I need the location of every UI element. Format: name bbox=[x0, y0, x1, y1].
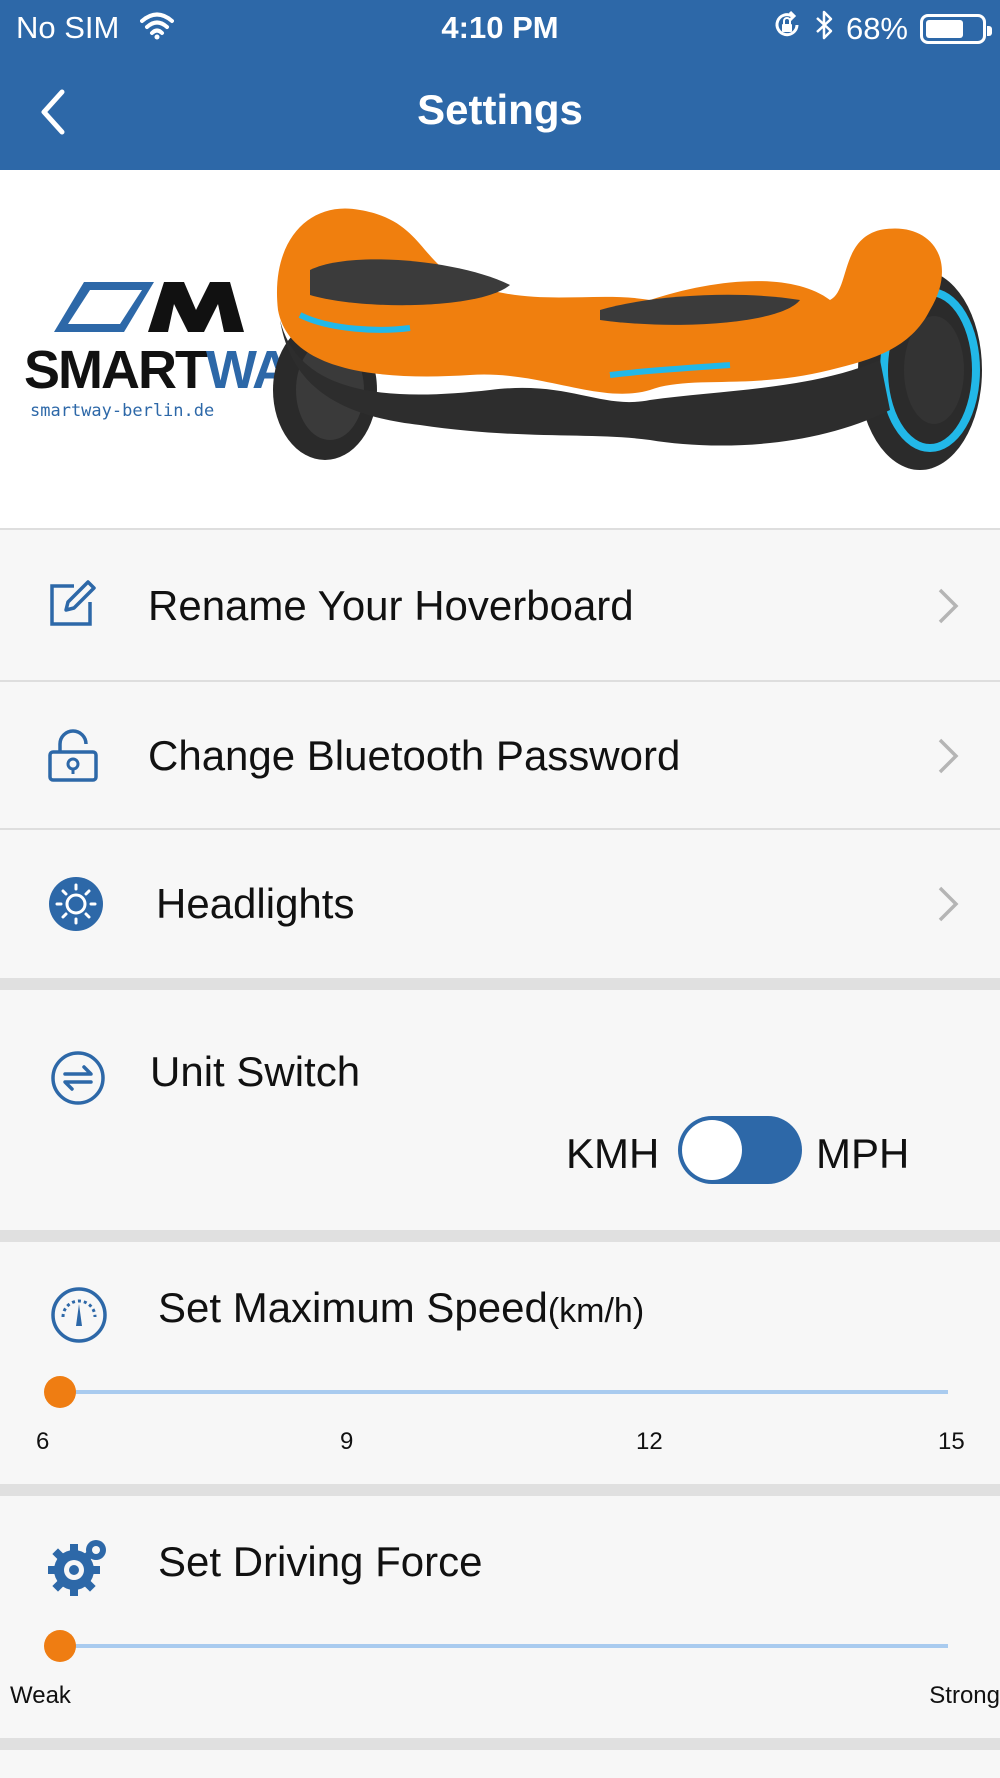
logo-mark bbox=[54, 282, 244, 332]
max-speed-title: Set Maximum Speed(km/h) bbox=[158, 1284, 644, 1332]
max-speed-title-text: Set Maximum Speed bbox=[158, 1284, 548, 1331]
section-divider bbox=[0, 1738, 1000, 1750]
section-divider bbox=[0, 1230, 1000, 1242]
bluetooth-icon bbox=[814, 10, 834, 48]
rename-hoverboard-row[interactable]: Rename Your Hoverboard bbox=[0, 530, 1000, 682]
gear-icon bbox=[48, 1536, 110, 1603]
speed-tick-label: 9 bbox=[340, 1428, 354, 1455]
chevron-right-icon bbox=[936, 736, 960, 781]
chevron-right-icon bbox=[936, 586, 960, 631]
product-banner: SMARTWAY smartway-berlin.de bbox=[0, 170, 1000, 530]
chevron-right-icon bbox=[936, 884, 960, 929]
change-bluetooth-password-row[interactable]: Change Bluetooth Password bbox=[0, 682, 1000, 830]
hoverboard-image bbox=[273, 208, 982, 470]
headlights-row[interactable]: Headlights bbox=[0, 830, 1000, 978]
edit-icon bbox=[46, 578, 98, 635]
section-divider bbox=[0, 978, 1000, 990]
unit-switch-section: Unit Switch KMH MPH bbox=[0, 990, 1000, 1230]
driving-force-slider[interactable] bbox=[60, 1644, 948, 1648]
max-speed-slider-thumb[interactable] bbox=[44, 1376, 76, 1408]
logo-wordmark: SMARTWAY bbox=[24, 340, 320, 400]
driving-force-slider-thumb[interactable] bbox=[44, 1630, 76, 1662]
speedometer-icon bbox=[50, 1286, 108, 1349]
rename-hoverboard-label: Rename Your Hoverboard bbox=[148, 582, 634, 629]
page-title: Settings bbox=[417, 86, 583, 133]
nav-bar: Settings bbox=[0, 56, 1000, 170]
sun-icon bbox=[48, 876, 104, 937]
toggle-knob bbox=[682, 1120, 742, 1180]
top-bar: No SIM 4:10 PM 68% Settings bbox=[0, 0, 1000, 170]
speed-tick-label: 12 bbox=[636, 1428, 663, 1455]
status-bar: No SIM 4:10 PM 68% bbox=[0, 0, 1000, 56]
unit-toggle[interactable] bbox=[678, 1116, 802, 1184]
speed-tick-label: 6 bbox=[36, 1428, 50, 1455]
max-speed-slider[interactable] bbox=[60, 1390, 948, 1394]
orientation-lock-icon bbox=[772, 10, 802, 48]
unit-switch-title: Unit Switch bbox=[150, 1048, 361, 1095]
max-speed-section: Set Maximum Speed(km/h) 6 9 12 15 bbox=[0, 1242, 1000, 1484]
lock-icon bbox=[46, 728, 100, 789]
speed-tick-label: 15 bbox=[938, 1428, 965, 1455]
change-bluetooth-password-label: Change Bluetooth Password bbox=[148, 732, 681, 779]
battery-fill bbox=[926, 20, 963, 38]
mph-label: MPH bbox=[816, 1130, 910, 1177]
section-divider bbox=[0, 1484, 1000, 1496]
weak-label: Weak bbox=[10, 1682, 71, 1709]
status-right: 68% bbox=[772, 10, 992, 48]
kmh-label: KMH bbox=[566, 1130, 660, 1177]
battery-nub bbox=[987, 26, 992, 36]
headlights-label: Headlights bbox=[156, 880, 355, 927]
driving-force-section: Set Driving Force Weak Strong bbox=[0, 1496, 1000, 1738]
smartway-logo: SMARTWAY smartway-berlin.de bbox=[24, 280, 320, 421]
battery-icon bbox=[920, 14, 992, 44]
battery-percent: 68% bbox=[845, 11, 908, 46]
logo-url: smartway-berlin.de bbox=[30, 401, 215, 421]
swap-icon bbox=[50, 1050, 106, 1111]
max-speed-unit: (km/h) bbox=[547, 1292, 645, 1330]
driving-force-title: Set Driving Force bbox=[158, 1538, 483, 1585]
strong-label: Strong bbox=[929, 1682, 1000, 1709]
